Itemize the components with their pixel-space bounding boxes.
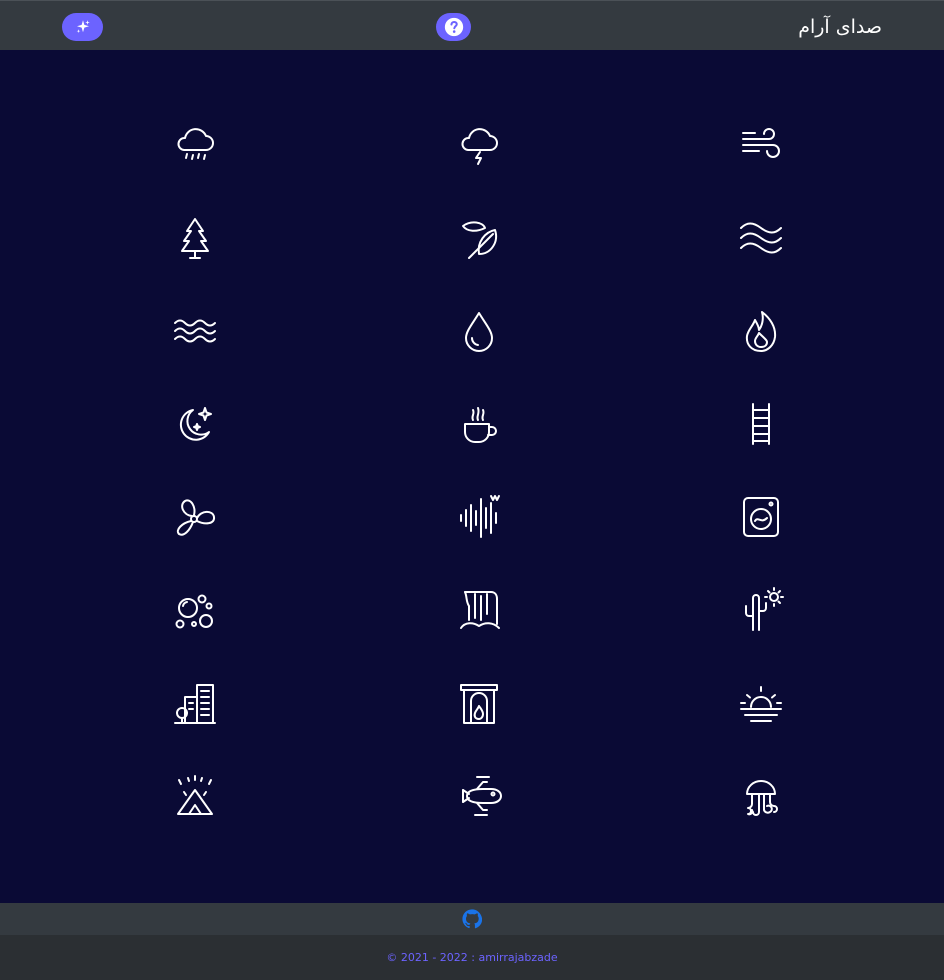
pine-tree-icon[interactable] <box>167 210 223 266</box>
fan-icon[interactable] <box>167 489 223 545</box>
fireplace-icon[interactable] <box>451 675 507 731</box>
waves-icon[interactable] <box>733 210 789 266</box>
help-button[interactable] <box>436 13 471 41</box>
question-circle-icon <box>444 17 463 37</box>
city-icon[interactable] <box>167 675 223 731</box>
bubbles-icon[interactable] <box>167 582 223 638</box>
sea-waves-icon[interactable] <box>167 303 223 359</box>
washing-machine-icon[interactable] <box>733 489 789 545</box>
water-drop-icon[interactable] <box>451 303 507 359</box>
coffee-cup-icon[interactable] <box>451 396 507 452</box>
app-title: صدای آرام <box>798 16 882 38</box>
fire-icon[interactable] <box>733 303 789 359</box>
moon-stars-icon[interactable] <box>167 396 223 452</box>
jellyfish-icon[interactable] <box>733 768 789 824</box>
sparkles-icon <box>76 20 90 33</box>
train-track-icon[interactable] <box>733 396 789 452</box>
waterfall-icon[interactable] <box>451 582 507 638</box>
rain-cloud-icon[interactable] <box>167 117 223 173</box>
thunderstorm-icon[interactable] <box>451 117 507 173</box>
github-bar <box>0 903 944 935</box>
sunset-icon[interactable] <box>733 675 789 731</box>
wind-icon[interactable] <box>733 117 789 173</box>
github-icon[interactable] <box>462 909 482 929</box>
footer: © 2021 - 2022 : amirrajabzade <box>0 935 944 980</box>
desert-cactus-icon[interactable] <box>733 582 789 638</box>
sound-wave-icon[interactable] <box>451 489 507 545</box>
sound-grid-area <box>0 50 944 903</box>
airplane-icon[interactable] <box>451 768 507 824</box>
leaves-icon[interactable] <box>451 210 507 266</box>
top-navbar: صدای آرام <box>0 0 944 50</box>
campfire-tent-icon[interactable] <box>167 768 223 824</box>
copyright-text: © 2021 - 2022 : amirrajabzade <box>386 951 558 964</box>
theme-toggle-button[interactable] <box>62 13 103 41</box>
